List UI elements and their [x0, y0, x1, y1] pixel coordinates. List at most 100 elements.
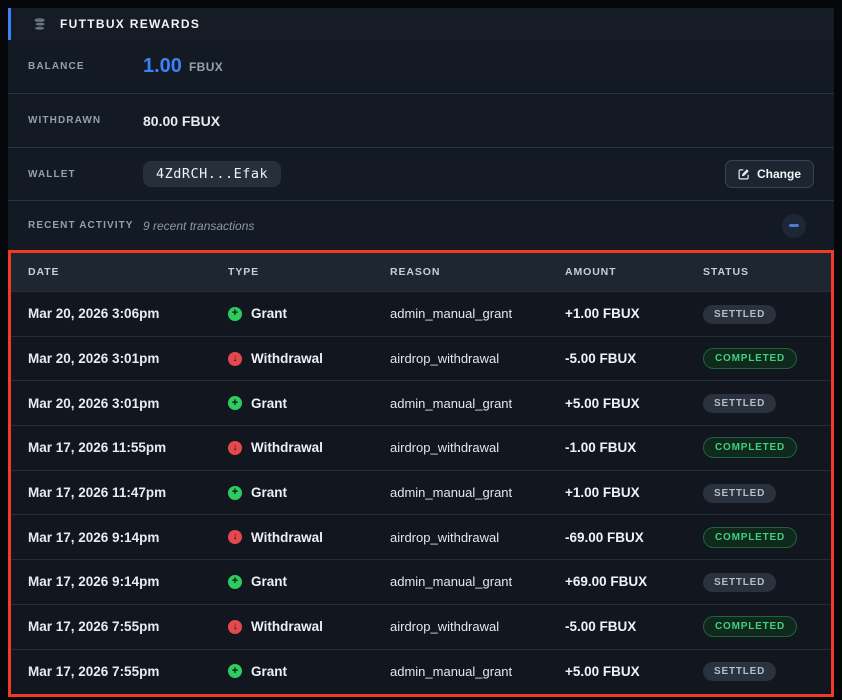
cell-date: Mar 20, 2026 3:01pm: [28, 351, 228, 366]
grant-icon: +: [228, 575, 242, 589]
cell-amount: -1.00 FBUX: [565, 440, 703, 455]
change-button-label: Change: [757, 167, 801, 181]
cell-date: Mar 17, 2026 9:14pm: [28, 574, 228, 589]
change-wallet-button[interactable]: Change: [725, 160, 814, 188]
withdrawn-value: 80.00 FBUX: [143, 113, 220, 129]
grant-icon: +: [228, 486, 242, 500]
cell-type-label: Grant: [251, 485, 287, 500]
cell-type-label: Withdrawal: [251, 351, 323, 366]
cell-type: ↓ Withdrawal: [228, 440, 390, 455]
minus-icon: [789, 224, 799, 227]
table-row: Mar 17, 2026 11:47pm + Grant admin_manua…: [11, 470, 831, 515]
cell-type-label: Withdrawal: [251, 619, 323, 634]
cell-amount: +5.00 FBUX: [565, 664, 703, 679]
cell-amount: -69.00 FBUX: [565, 530, 703, 545]
column-header-type: TYPE: [228, 266, 390, 278]
withdrawn-row: WITHDRAWN 80.00 FBUX: [8, 93, 834, 147]
cell-amount: +5.00 FBUX: [565, 396, 703, 411]
cell-reason: airdrop_withdrawal: [390, 351, 565, 366]
grant-icon: +: [228, 396, 242, 410]
cell-date: Mar 20, 2026 3:06pm: [28, 306, 228, 321]
wallet-address: 4ZdRCH...Efak: [143, 161, 281, 187]
cell-type-label: Grant: [251, 574, 287, 589]
column-header-amount: AMOUNT: [565, 266, 703, 278]
table-row: Mar 17, 2026 7:55pm ↓ Withdrawal airdrop…: [11, 604, 831, 649]
balance-value: 1.00: [143, 55, 182, 78]
cell-date: Mar 17, 2026 9:14pm: [28, 530, 228, 545]
cell-reason: admin_manual_grant: [390, 396, 565, 411]
cell-amount: +1.00 FBUX: [565, 485, 703, 500]
wallet-row: WALLET 4ZdRCH...Efak Change: [8, 147, 834, 200]
withdrawal-icon: ↓: [228, 352, 242, 366]
cell-type: + Grant: [228, 485, 390, 500]
cell-type-label: Withdrawal: [251, 440, 323, 455]
grant-icon: +: [228, 664, 242, 678]
cell-amount: +1.00 FBUX: [565, 306, 703, 321]
withdrawal-icon: ↓: [228, 441, 242, 455]
cell-reason: admin_manual_grant: [390, 306, 565, 321]
futtbux-rewards-panel: FUTTBUX REWARDS BALANCE 1.00 FBUX WITHDR…: [0, 0, 842, 700]
cell-reason: admin_manual_grant: [390, 664, 565, 679]
status-badge: SETTLED: [703, 394, 776, 413]
cell-date: Mar 17, 2026 11:47pm: [28, 485, 228, 500]
cell-amount: -5.00 FBUX: [565, 351, 703, 366]
cell-reason: admin_manual_grant: [390, 574, 565, 589]
status-badge: COMPLETED: [703, 616, 797, 637]
withdrawal-icon: ↓: [228, 620, 242, 634]
recent-activity-row: RECENT ACTIVITY 9 recent transactions: [8, 200, 834, 250]
status-badge: SETTLED: [703, 484, 776, 503]
status-badge: COMPLETED: [703, 437, 797, 458]
cell-type-label: Grant: [251, 396, 287, 411]
collapse-activity-button[interactable]: [782, 214, 806, 238]
page-title: FUTTBUX REWARDS: [60, 17, 200, 31]
table-row: Mar 17, 2026 7:55pm + Grant admin_manual…: [11, 649, 831, 694]
cell-type: ↓ Withdrawal: [228, 530, 390, 545]
cell-date: Mar 17, 2026 7:55pm: [28, 619, 228, 634]
wallet-label: WALLET: [28, 169, 143, 180]
cell-date: Mar 17, 2026 7:55pm: [28, 664, 228, 679]
status-badge: SETTLED: [703, 573, 776, 592]
cell-reason: admin_manual_grant: [390, 485, 565, 500]
table-row: Mar 20, 2026 3:01pm + Grant admin_manual…: [11, 380, 831, 425]
balance-row: BALANCE 1.00 FBUX: [8, 40, 834, 93]
cell-date: Mar 17, 2026 11:55pm: [28, 440, 228, 455]
column-header-reason: REASON: [390, 266, 565, 278]
cell-type-label: Grant: [251, 664, 287, 679]
recent-activity-label: RECENT ACTIVITY: [28, 220, 143, 231]
panel-header: FUTTBUX REWARDS: [8, 8, 834, 40]
column-header-status: STATUS: [703, 266, 831, 278]
cell-reason: airdrop_withdrawal: [390, 619, 565, 634]
cell-type: + Grant: [228, 664, 390, 679]
status-badge: COMPLETED: [703, 348, 797, 369]
column-header-date: DATE: [28, 266, 228, 278]
cell-type-label: Withdrawal: [251, 530, 323, 545]
cell-reason: airdrop_withdrawal: [390, 440, 565, 455]
status-badge: SETTLED: [703, 662, 776, 681]
cell-type: + Grant: [228, 396, 390, 411]
coins-icon: [33, 17, 48, 32]
cell-type: ↓ Withdrawal: [228, 351, 390, 366]
cell-amount: -5.00 FBUX: [565, 619, 703, 634]
cell-type-label: Grant: [251, 306, 287, 321]
withdrawal-icon: ↓: [228, 530, 242, 544]
cell-type: + Grant: [228, 574, 390, 589]
table-row: Mar 20, 2026 3:06pm + Grant admin_manual…: [11, 291, 831, 336]
table-body: Mar 20, 2026 3:06pm + Grant admin_manual…: [11, 291, 831, 693]
cell-reason: airdrop_withdrawal: [390, 530, 565, 545]
edit-icon: [738, 168, 750, 180]
balance-unit: FBUX: [189, 60, 223, 74]
table-row: Mar 17, 2026 9:14pm ↓ Withdrawal airdrop…: [11, 514, 831, 559]
status-badge: SETTLED: [703, 305, 776, 324]
cell-amount: +69.00 FBUX: [565, 574, 703, 589]
transactions-table: DATE TYPE REASON AMOUNT STATUS Mar 20, 2…: [8, 250, 834, 697]
recent-activity-summary: 9 recent transactions: [143, 219, 254, 233]
table-header: DATE TYPE REASON AMOUNT STATUS: [11, 253, 831, 291]
cell-type: + Grant: [228, 306, 390, 321]
cell-date: Mar 20, 2026 3:01pm: [28, 396, 228, 411]
withdrawn-label: WITHDRAWN: [28, 115, 143, 126]
grant-icon: +: [228, 307, 242, 321]
balance-label: BALANCE: [28, 61, 143, 72]
table-row: Mar 17, 2026 9:14pm + Grant admin_manual…: [11, 559, 831, 604]
table-row: Mar 17, 2026 11:55pm ↓ Withdrawal airdro…: [11, 425, 831, 470]
status-badge: COMPLETED: [703, 527, 797, 548]
